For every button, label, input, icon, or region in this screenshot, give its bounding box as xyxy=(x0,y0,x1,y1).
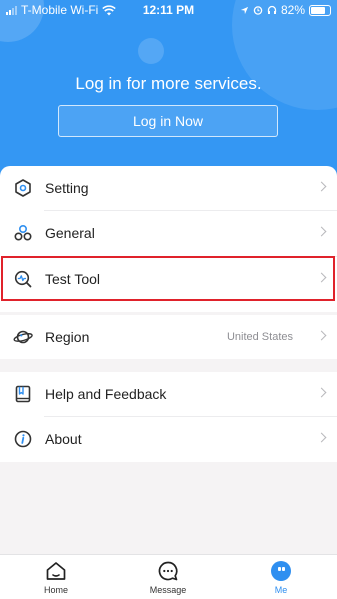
chevron-right-icon xyxy=(316,387,327,398)
header-banner: T-Mobile Wi-Fi 12:11 PM 82% Log in for m… xyxy=(0,0,337,178)
headphones-icon xyxy=(267,5,277,14)
login-prompt: Log in for more services. xyxy=(75,74,262,93)
region-card: Region United States xyxy=(0,315,337,359)
help-card: Help and Feedback About xyxy=(0,372,337,462)
menu-item-general[interactable]: General xyxy=(0,211,337,255)
tab-message[interactable]: Message xyxy=(128,559,208,595)
settings-hexagon-icon xyxy=(15,179,31,197)
login-button[interactable]: Log in Now xyxy=(58,105,278,137)
general-circles-icon xyxy=(14,224,32,241)
tab-me[interactable]: Me xyxy=(241,559,321,595)
tab-label: Home xyxy=(43,585,68,595)
menu-item-about[interactable]: About xyxy=(0,417,337,461)
highlight-box xyxy=(1,256,335,301)
info-icon xyxy=(14,430,32,448)
menu-label: General xyxy=(45,225,95,241)
battery-icon xyxy=(309,4,331,16)
menu-label: Setting xyxy=(45,180,89,196)
message-bubble-icon xyxy=(158,561,178,581)
tab-label: Me xyxy=(274,585,288,595)
chevron-right-icon xyxy=(316,432,327,443)
menu-label: Help and Feedback xyxy=(45,386,167,402)
battery-percent: 82% xyxy=(280,3,305,17)
menu-item-region[interactable]: Region United States xyxy=(0,315,337,359)
tab-label: Message xyxy=(149,585,187,595)
tab-bar: Home Message Me xyxy=(0,554,337,599)
planet-icon xyxy=(13,330,33,344)
chevron-right-icon xyxy=(316,330,327,341)
chevron-right-icon xyxy=(316,181,327,192)
menu-label: About xyxy=(45,431,82,447)
region-value: United States xyxy=(226,331,293,343)
alarm-icon xyxy=(253,6,263,15)
menu-item-help-feedback[interactable]: Help and Feedback xyxy=(0,372,337,416)
decor-circle xyxy=(138,38,164,64)
menu-item-setting[interactable]: Setting xyxy=(0,166,337,210)
chevron-right-icon xyxy=(316,226,327,237)
location-icon xyxy=(240,6,249,14)
me-face-icon xyxy=(271,561,291,581)
home-icon xyxy=(46,562,66,580)
help-book-icon xyxy=(15,385,31,403)
tab-home[interactable]: Home xyxy=(16,559,96,595)
status-bar: T-Mobile Wi-Fi 12:11 PM 82% xyxy=(0,0,337,20)
menu-label: Region xyxy=(45,329,90,345)
